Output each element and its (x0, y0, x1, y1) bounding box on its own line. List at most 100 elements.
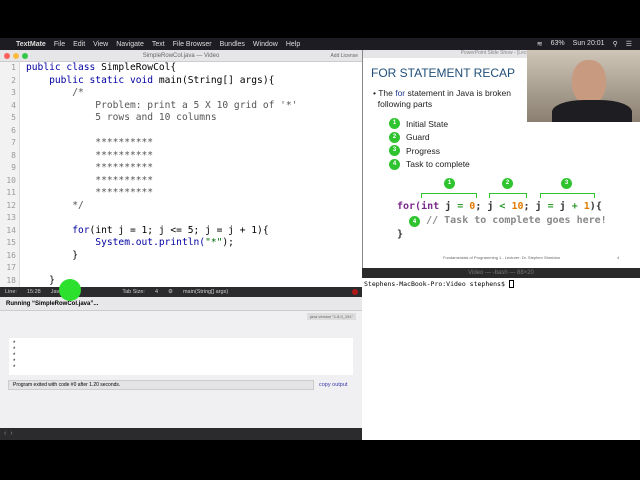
back-icon[interactable]: ‹ (4, 430, 6, 437)
minimize-button[interactable] (13, 53, 19, 59)
slide-footer: Fundamentals of Programming 1 - Lecturer… (443, 255, 560, 260)
code-token: for (26, 224, 90, 236)
terminal-prompt: Stephens-MacBook-Pro:Video stephens$ (364, 280, 509, 288)
java-version: java version "1.8.0_151" (306, 313, 356, 320)
line-number: 16 (6, 250, 16, 260)
bracket (489, 193, 527, 198)
forward-icon[interactable]: › (10, 430, 12, 437)
code-token: main(String[] args){ (153, 74, 275, 86)
text: The (378, 88, 396, 98)
line-number: 7 (11, 138, 16, 147)
code-token: ); (222, 237, 234, 248)
code-line: /* (26, 87, 84, 98)
exit-message: Program exited with code #0 after 1.20 s… (8, 380, 314, 390)
menu-bundles[interactable]: Bundles (220, 41, 245, 48)
line-label: Line: (5, 289, 17, 295)
text: statement in Java is broken (405, 88, 511, 98)
code-line: ********** (26, 137, 154, 148)
terminal-cursor (508, 280, 514, 288)
text: following parts (377, 99, 433, 109)
window-title: SimpleRowCol.java — Video (142, 53, 220, 59)
record-icon[interactable] (352, 289, 358, 295)
wifi-icon[interactable]: ≋ (537, 40, 543, 48)
line-number: 11 (6, 188, 16, 197)
line-number: 15 (6, 238, 16, 247)
number-badge: 4 (409, 216, 421, 227)
bracket (540, 193, 595, 198)
line-number: 8 (11, 150, 16, 160)
code-content[interactable]: public class SimpleRowCol{ public static… (26, 62, 297, 287)
line-number: 18 (6, 275, 16, 285)
list-icon[interactable]: ☰ (626, 40, 632, 48)
number-badge: 2 (389, 131, 400, 143)
gear-icon[interactable]: ⚙ (168, 289, 173, 295)
number-badge: 2 (502, 178, 513, 189)
menu-edit[interactable]: Edit (73, 41, 85, 48)
menu-file[interactable]: File (54, 41, 65, 48)
add-license-link[interactable]: Add License (330, 50, 358, 62)
terminal-title: Video — -bash — 88×20 (362, 268, 640, 278)
terminal[interactable]: Stephens-MacBook-Pro:Video stephens$ (362, 278, 640, 440)
status-bar: Line: 15:28 Java Tab Size: 4 ⚙ main(Stri… (0, 287, 362, 297)
line-number: 9 (11, 163, 16, 172)
line-value[interactable]: 15:28 (27, 289, 41, 295)
mouse-cursor-highlight (59, 279, 81, 301)
number-badge: 1 (444, 178, 455, 189)
symbol-select[interactable]: main(String[] args) (183, 289, 228, 295)
line-number: 1 (11, 63, 16, 72)
menu-view[interactable]: View (93, 41, 108, 48)
number-badge: 4 (389, 158, 400, 170)
code-token: System.out.println( (26, 237, 206, 248)
for-code: for(int j = 0; j < 10; j = j + 1){ 4 // … (397, 201, 607, 240)
line-number: 10 (6, 175, 16, 185)
run-header: Running “SimpleRowCol.java”... (0, 297, 362, 311)
battery-status[interactable]: 63% (551, 40, 565, 48)
code-comment: // Task to complete goes here! (426, 215, 607, 226)
zoom-button[interactable] (22, 53, 28, 59)
code-line: ********** (26, 162, 154, 173)
menu-text[interactable]: Text (152, 41, 165, 48)
output-line: * (13, 365, 16, 371)
close-button[interactable] (4, 53, 10, 59)
line-number: 12 (6, 200, 16, 210)
line-gutter: 1 2 3 4 5 6 7 8 9 10 11 12 13 14 15 16 17 18 (0, 62, 20, 287)
menu-help[interactable]: Help (286, 41, 300, 48)
clock[interactable]: Sun 20:01 (573, 40, 605, 48)
slide-title: FOR STATEMENT RECAP (371, 66, 516, 80)
code-line: */ (26, 199, 84, 211)
copy-output-link[interactable]: copy output (319, 382, 347, 388)
textmate-window: SimpleRowCol.java — Video Add License 12… (0, 50, 362, 440)
program-output: * * * * * (9, 338, 353, 375)
code-editor[interactable]: 1 2 3 4 5 6 7 8 9 10 11 12 13 14 15 16 17 18 public class… (0, 62, 362, 287)
tab-size-select[interactable]: 4 (155, 289, 158, 295)
code-line: 5 rows and 10 columns (26, 112, 217, 123)
code-token: public static void (26, 74, 154, 86)
line-number: 13 (6, 213, 16, 222)
bracket (421, 193, 477, 198)
slide-page-number: 4 (617, 255, 620, 260)
menu-app[interactable]: TextMate (16, 41, 46, 48)
code-line: Problem: print a 5 X 10 grid of '*' (26, 99, 298, 111)
keyword: for (395, 88, 406, 98)
line-number: 3 (11, 88, 16, 97)
search-icon[interactable]: ⚲ (613, 40, 618, 48)
menu-window[interactable]: Window (253, 41, 278, 48)
code-token: (int j = 1; j <= 5; j = j + 1){ (89, 224, 269, 236)
code-token: public class (26, 62, 96, 73)
part-label: Initial State (406, 118, 449, 129)
part-label: Progress (406, 145, 441, 156)
number-badge: 3 (561, 178, 572, 189)
code-line: ********** (26, 174, 154, 186)
menu-bar: TextMate File Edit View Navigate Text Fi… (0, 38, 640, 50)
number-badge: 1 (389, 118, 400, 130)
line-number: 4 (11, 100, 16, 110)
code-line: } (26, 249, 78, 261)
line-number: 6 (11, 125, 16, 135)
line-number: 14 (6, 225, 16, 235)
slide-bullet: • The for statement in Java is broken fo… (373, 88, 511, 109)
code-token: SimpleRowCol{ (95, 62, 177, 73)
menu-navigate[interactable]: Navigate (116, 41, 144, 48)
line-number: 5 (11, 113, 16, 122)
menu-file-browser[interactable]: File Browser (173, 41, 212, 48)
line-number: 17 (6, 263, 16, 272)
